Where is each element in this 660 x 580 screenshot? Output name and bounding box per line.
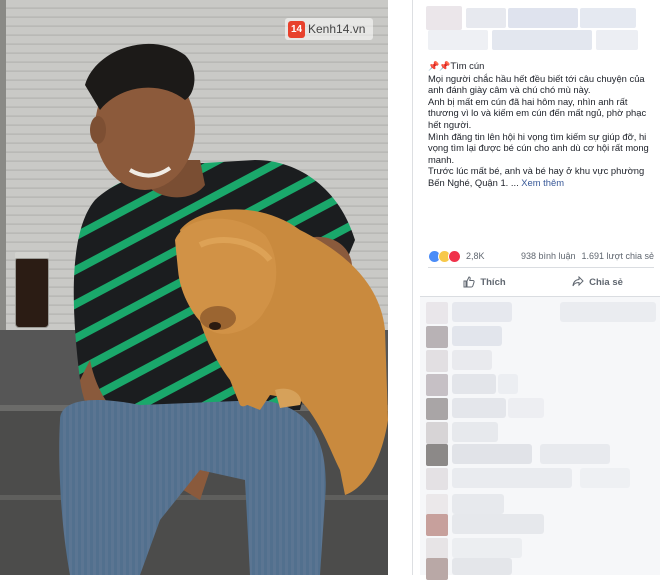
engagement-counts: 938 bình luận 1.691 lượt chia sẻ bbox=[521, 251, 654, 261]
comment-avatar[interactable] bbox=[426, 468, 448, 490]
thumbs-up-icon bbox=[463, 276, 475, 288]
comment-blurred bbox=[452, 444, 532, 464]
post-actions-bar: Thích Chia sẻ bbox=[428, 268, 654, 296]
comment-avatar[interactable] bbox=[426, 494, 448, 516]
comment-blurred bbox=[498, 374, 518, 394]
comment-blurred bbox=[452, 468, 572, 488]
comment-avatar[interactable] bbox=[426, 444, 448, 466]
see-more-link[interactable]: Xem thêm bbox=[521, 177, 564, 188]
caption-title-line: 📌📌Tìm cún bbox=[428, 60, 654, 73]
post-date-blurred bbox=[428, 30, 488, 50]
share-label: Chia sẻ bbox=[589, 276, 623, 288]
comment-blurred bbox=[452, 514, 544, 534]
author-name-blurred-2[interactable] bbox=[508, 8, 578, 28]
reaction-count[interactable]: 2,8K bbox=[466, 251, 485, 261]
comment-blurred bbox=[452, 350, 492, 370]
comment-blurred bbox=[560, 302, 656, 322]
comment-avatar[interactable] bbox=[426, 538, 448, 560]
comment-blurred bbox=[540, 444, 610, 464]
caption-paragraph: Mọi người chắc hầu hết đều biết tới câu … bbox=[428, 72, 645, 96]
share-arrow-icon bbox=[572, 276, 584, 287]
comment-count[interactable]: 938 bình luận bbox=[521, 251, 576, 261]
caption-paragraph: Anh bị mất em cún đã hai hôm nay, nhìn a… bbox=[428, 95, 647, 130]
comment-avatar[interactable] bbox=[426, 374, 448, 396]
comment-blurred bbox=[452, 302, 512, 322]
caption-title: Tìm cún bbox=[450, 60, 485, 71]
post-meta-blurred bbox=[492, 30, 592, 50]
pushpin-icon: 📌📌 bbox=[428, 61, 451, 71]
man-and-dog-illustration bbox=[59, 43, 388, 575]
share-button[interactable]: Chia sẻ bbox=[541, 276, 654, 288]
dog-nose bbox=[209, 322, 221, 330]
reactions-summary: 2,8K 938 bình luận 1.691 lượt chia sẻ bbox=[428, 248, 654, 264]
comment-avatar[interactable] bbox=[426, 558, 448, 580]
watermark-text: Kenh14.vn bbox=[308, 22, 366, 36]
comment-avatar[interactable] bbox=[426, 326, 448, 348]
comment-avatar[interactable] bbox=[426, 422, 448, 444]
caption-paragraph: Mình đăng tin lên hội hi vọng tìm kiếm s… bbox=[428, 130, 649, 165]
comment-blurred bbox=[452, 494, 504, 514]
comment-blurred bbox=[452, 326, 502, 346]
comment-blurred bbox=[452, 538, 522, 558]
group-name-blurred[interactable] bbox=[580, 8, 636, 28]
comment-avatar[interactable] bbox=[426, 302, 448, 324]
comment-blurred bbox=[452, 374, 496, 394]
panel-divider bbox=[412, 0, 413, 575]
love-reaction-icon bbox=[448, 249, 461, 263]
author-avatar-blurred[interactable] bbox=[426, 6, 462, 30]
comment-avatar[interactable] bbox=[426, 350, 448, 372]
post-caption: 📌📌Tìm cún Mọi người chắc hầu hết đều biế… bbox=[428, 60, 654, 189]
post-meta-blurred-2 bbox=[596, 30, 638, 50]
author-name-blurred[interactable] bbox=[466, 8, 506, 28]
post-photo[interactable]: 14 Kenh14.vn bbox=[0, 0, 388, 575]
comment-avatar[interactable] bbox=[426, 398, 448, 420]
watermark-logo: 14 Kenh14.vn bbox=[285, 18, 373, 40]
comment-avatar[interactable] bbox=[426, 514, 448, 536]
ear bbox=[90, 116, 106, 144]
comment-blurred bbox=[452, 558, 512, 575]
comment-blurred bbox=[452, 422, 498, 442]
comment-blurred bbox=[452, 398, 506, 418]
caption-last-line: Trước lúc mất bé, anh và bé hay ở khu vự… bbox=[428, 165, 654, 188]
comment-blurred bbox=[508, 398, 544, 418]
like-label: Thích bbox=[480, 276, 506, 288]
comment-blurred bbox=[580, 468, 630, 488]
watermark-badge: 14 bbox=[288, 20, 305, 38]
share-count[interactable]: 1.691 lượt chia sẻ bbox=[582, 251, 654, 261]
like-button[interactable]: Thích bbox=[428, 276, 541, 288]
reaction-icons[interactable] bbox=[428, 249, 461, 263]
